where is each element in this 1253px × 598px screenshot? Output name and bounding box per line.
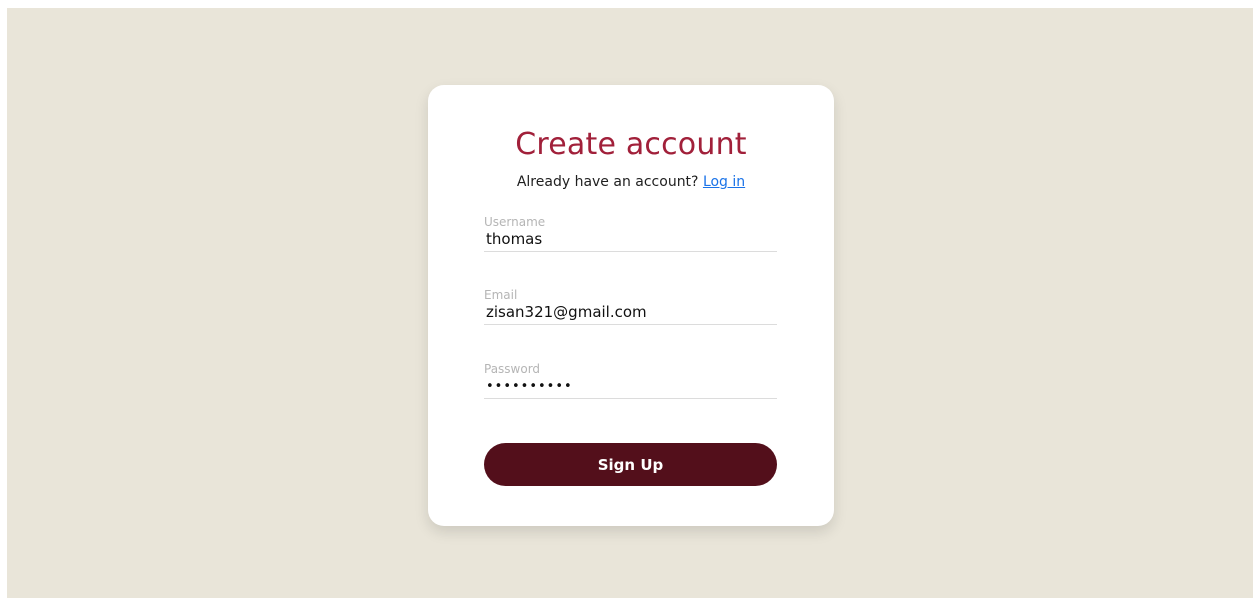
page-background: Create account Already have an account? … <box>7 8 1253 598</box>
username-input[interactable] <box>484 230 777 252</box>
email-field: Email <box>484 288 777 325</box>
password-field: Password <box>484 362 777 399</box>
login-link[interactable]: Log in <box>703 174 745 190</box>
email-label: Email <box>484 288 518 302</box>
username-field: Username <box>484 215 777 252</box>
email-input[interactable] <box>484 303 777 325</box>
password-label: Password <box>484 362 541 376</box>
login-prompt: Already have an account? Log in <box>428 174 834 190</box>
login-prompt-text: Already have an account? <box>516 174 699 190</box>
signup-card: Create account Already have an account? … <box>428 85 834 526</box>
password-input[interactable] <box>484 377 777 399</box>
sign-up-button[interactable]: Sign Up <box>484 443 777 486</box>
page-title: Create account <box>515 127 747 162</box>
username-label: Username <box>484 215 546 229</box>
